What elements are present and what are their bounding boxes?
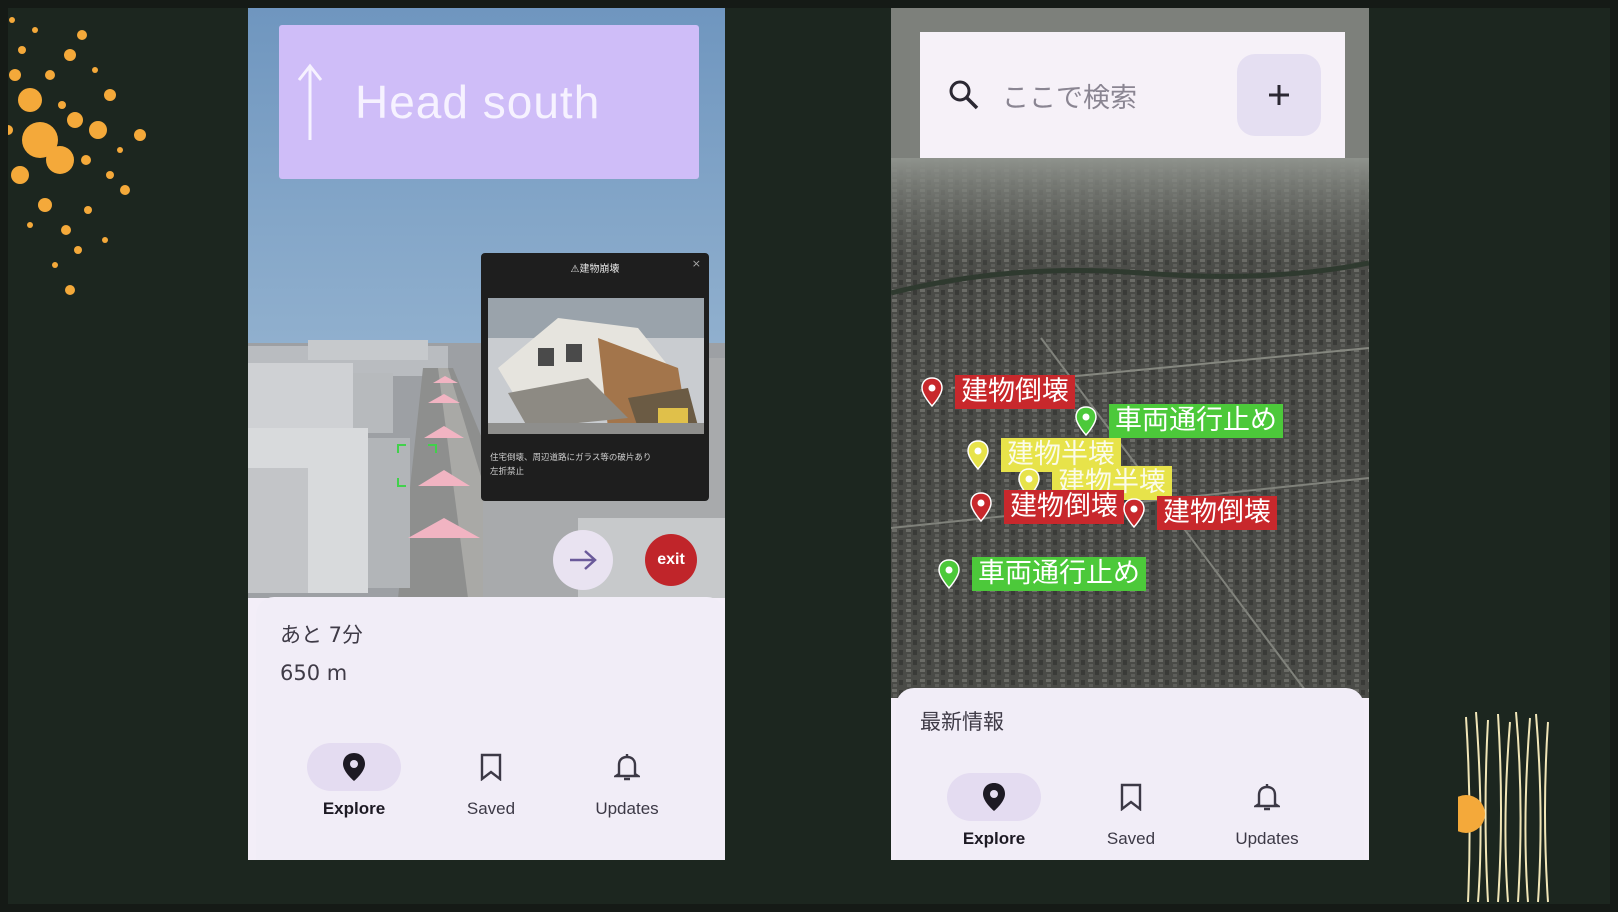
nav-label-explore: Explore: [962, 829, 1026, 848]
exit-navigation-button[interactable]: exit: [645, 534, 697, 586]
marker-label: 車両通行止め: [1109, 404, 1283, 438]
eta-text: あと 7分: [280, 623, 364, 647]
explore-pill: [307, 743, 401, 791]
hazard-popup-title: ⚠建物崩壊: [570, 264, 620, 275]
nav-label-explore: Explore: [322, 799, 386, 818]
location-pin-icon: [970, 492, 992, 522]
location-pin-icon: [343, 753, 365, 781]
arrow-right-icon: [570, 550, 597, 570]
bell-icon: [614, 754, 640, 781]
location-pin-icon: [1123, 498, 1145, 528]
slide-frame: [0, 0, 1618, 912]
search-bar[interactable]: ここで検索: [920, 32, 1345, 158]
bookmark-icon: [480, 753, 502, 781]
trip-info-sheet: あと 7分 650 m Explore Saved Updates: [256, 597, 725, 860]
map-marker[interactable]: 建物倒壊: [970, 490, 1124, 524]
hazard-description-line: 住宅倒壊、周辺道路にガラス等の破片あり: [490, 453, 652, 463]
plus-icon: [1269, 85, 1289, 105]
hazard-description-line: 左折禁止: [490, 467, 525, 477]
marker-label: 建物倒壊: [1157, 496, 1277, 530]
bottom-navigation-bar: Explore Saved Updates: [896, 773, 1364, 860]
updates-pill: [1220, 773, 1314, 821]
nav-item-updates[interactable]: Updates: [1207, 773, 1327, 860]
map-marker[interactable]: 建物倒壊: [921, 375, 1075, 409]
hazard-map-phone-screen: ここで検索 建物倒壊 車両通行止め 建物半壊 建物半壊 建物倒壊 建物倒壊 車両…: [891, 8, 1369, 860]
nav-label-updates: Updates: [1235, 829, 1299, 848]
nav-item-updates[interactable]: Updates: [567, 743, 687, 833]
location-pin-icon: [921, 377, 943, 407]
next-step-button[interactable]: [553, 530, 613, 590]
map-marker[interactable]: 車両通行止め: [938, 557, 1146, 591]
turn-instruction-text: Head south: [355, 76, 601, 128]
location-pin-icon: [938, 559, 960, 589]
search-input[interactable]: ここで検索: [1002, 76, 1137, 115]
add-report-button[interactable]: [1237, 54, 1321, 136]
arrow-up-icon: [297, 63, 323, 140]
nav-label-saved: Saved: [466, 799, 516, 818]
location-pin-icon: [967, 440, 989, 470]
nav-label-updates: Updates: [595, 799, 659, 818]
hazard-info-popup: ⚠建物崩壊 × 住宅倒壊、周辺道路にガラス等の破片あり 左折禁止: [481, 253, 709, 501]
explore-pill: [947, 773, 1041, 821]
collapsed-house-photo: [488, 298, 704, 434]
saved-pill: [1084, 773, 1178, 821]
nav-item-saved[interactable]: Saved: [431, 743, 551, 833]
bookmark-icon: [1120, 783, 1142, 811]
nav-item-explore[interactable]: Explore: [294, 743, 414, 833]
bell-icon: [1254, 784, 1280, 811]
navigation-phone-screen: Head south ⚠建物崩壊 × 住宅倒壊、周辺道路にガラス等の破片あり 左…: [248, 8, 725, 860]
nav-item-saved[interactable]: Saved: [1071, 773, 1191, 860]
map-marker[interactable]: 車両通行止め: [1075, 404, 1283, 438]
nav-item-explore[interactable]: Explore: [934, 773, 1054, 860]
updates-pill: [580, 743, 674, 791]
marker-label: 建物倒壊: [1004, 490, 1124, 524]
marker-label: 車両通行止め: [972, 557, 1146, 591]
nav-label-saved: Saved: [1106, 829, 1156, 848]
location-pin-icon: [1075, 406, 1097, 436]
orange-splatter-decoration: [3, 17, 146, 295]
bottom-navigation-bar: Explore Saved Updates: [256, 743, 725, 833]
saved-pill: [444, 743, 538, 791]
latest-info-sheet: 最新情報 Explore Saved Updates: [896, 688, 1364, 860]
location-pin-icon: [983, 783, 1005, 811]
map-marker[interactable]: 建物倒壊: [1123, 496, 1277, 530]
distance-text: 650 m: [280, 661, 348, 685]
close-icon[interactable]: ×: [692, 257, 701, 270]
latest-info-title: 最新情報: [920, 710, 1004, 734]
search-icon: [949, 80, 979, 110]
marker-label: 建物倒壊: [955, 375, 1075, 409]
hazard-popup-description: 住宅倒壊、周辺道路にガラス等の破片あり 左折禁止: [490, 451, 700, 479]
turn-instruction-banner: Head south: [279, 25, 699, 179]
cream-line-decoration: [1458, 712, 1549, 903]
